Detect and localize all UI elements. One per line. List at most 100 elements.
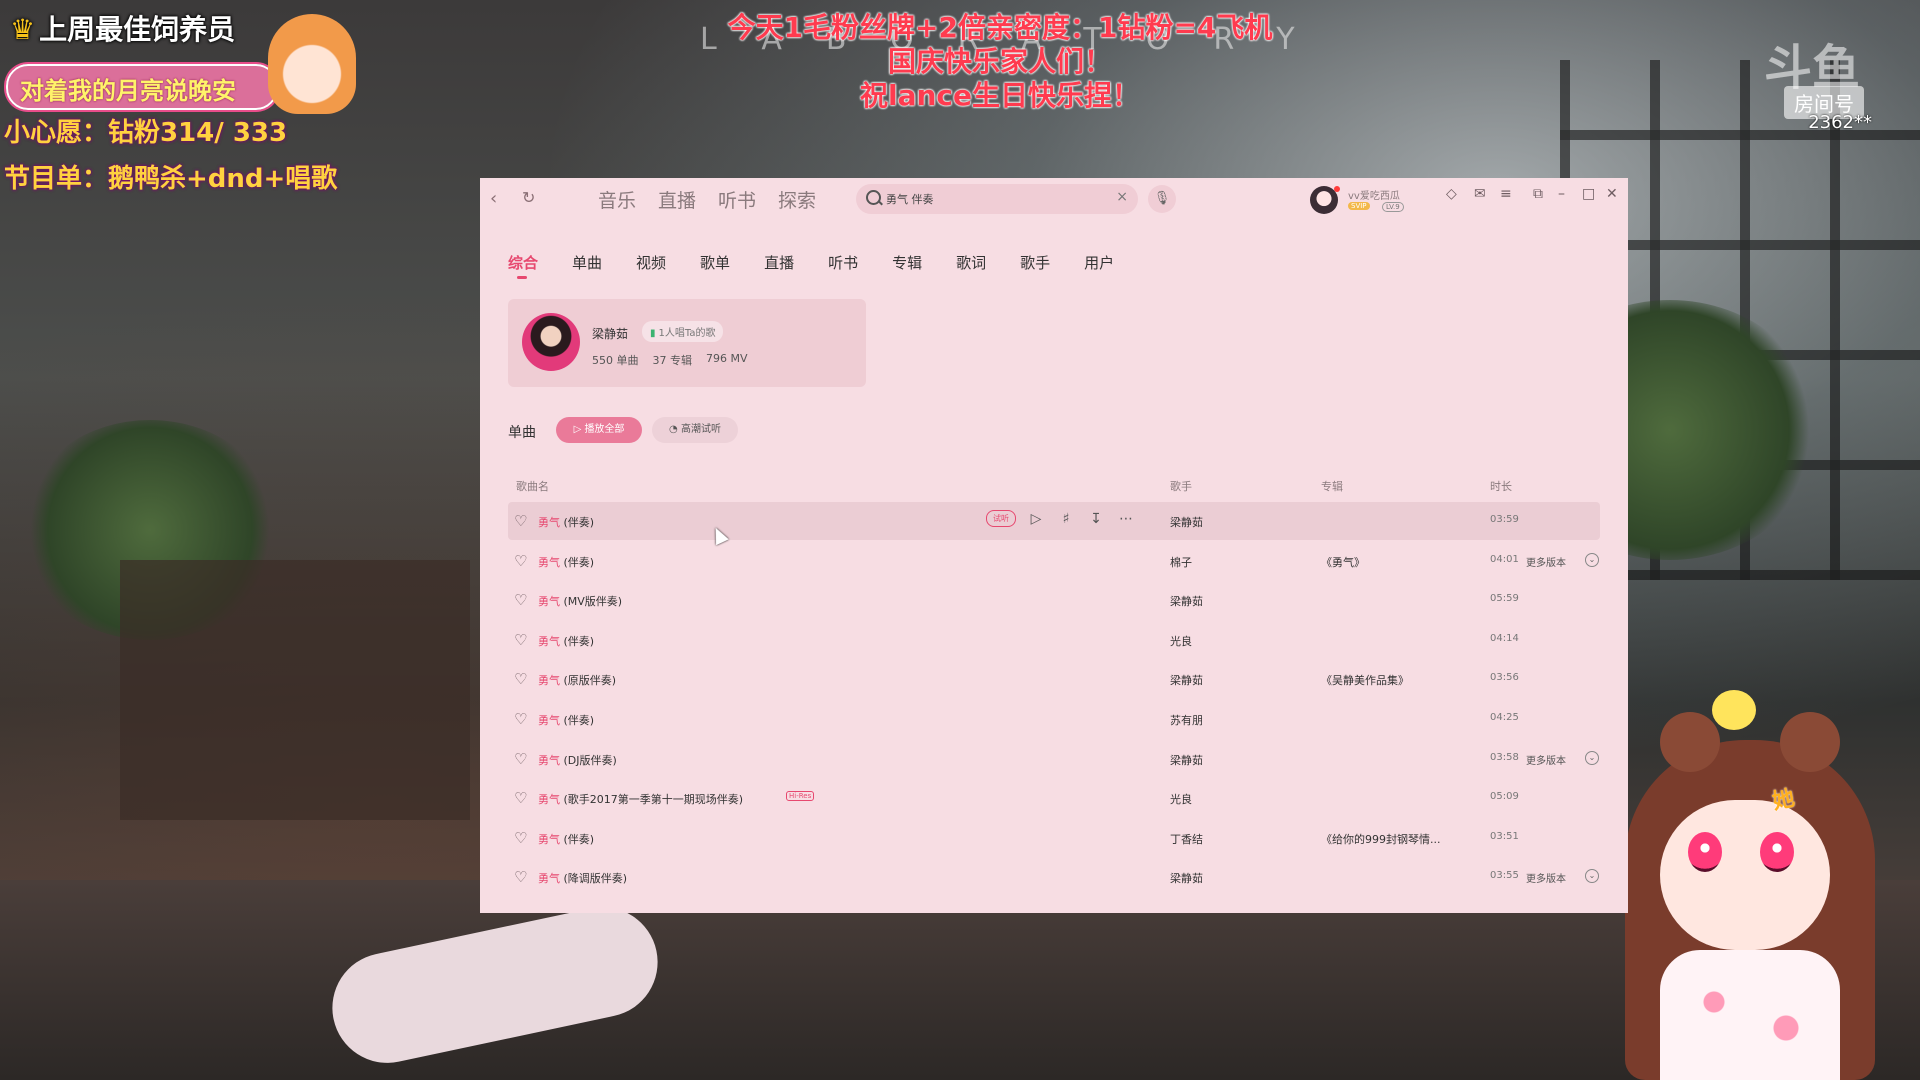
song-title[interactable]: 勇气 (伴奏) bbox=[538, 633, 594, 649]
table-row[interactable]: ♡ 勇气 (伴奏) 棉子 《勇气》 04:01 更多版本 ⌄ bbox=[508, 542, 1600, 580]
play-icon[interactable]: ▷ bbox=[1026, 511, 1046, 527]
tab-albums[interactable]: 专辑 bbox=[892, 252, 922, 273]
song-album[interactable]: 《给你的999封钢琴情... bbox=[1321, 831, 1441, 847]
stream-program-line: 节目单：鹅鸭杀+dnd+唱歌 bbox=[4, 164, 338, 194]
song-title[interactable]: 勇气 (DJ版伴奏) bbox=[538, 752, 617, 768]
song-title[interactable]: 勇气 (降调版伴奏) bbox=[538, 870, 627, 886]
microphone-icon[interactable]: 🎙 bbox=[1148, 185, 1176, 213]
song-title[interactable]: 勇气 (伴奏) bbox=[538, 554, 594, 570]
artist-albums-count[interactable]: 37 专辑 bbox=[653, 352, 693, 368]
song-duration: 04:14 bbox=[1490, 632, 1519, 644]
top-nav-music[interactable]: 音乐 bbox=[598, 186, 636, 213]
heart-icon[interactable]: ♡ bbox=[514, 591, 527, 609]
heart-icon[interactable]: ♡ bbox=[514, 631, 527, 649]
song-title[interactable]: 勇气 (伴奏) bbox=[538, 831, 594, 847]
minimize-icon[interactable]: – bbox=[1558, 186, 1565, 202]
header-duration[interactable]: 时长 bbox=[1490, 478, 1512, 494]
header-album[interactable]: 专辑 bbox=[1321, 478, 1343, 494]
menu-icon[interactable]: ≡ bbox=[1500, 186, 1512, 202]
table-row[interactable]: ♡ 勇气 (伴奏) 光良 04:14 bbox=[508, 621, 1600, 659]
song-duration: 03:56 bbox=[1490, 672, 1519, 684]
song-album[interactable]: 《勇气》 bbox=[1321, 554, 1365, 570]
close-icon[interactable]: ✕ bbox=[1606, 186, 1618, 202]
table-row[interactable]: ♡ 勇气 (降调版伴奏) 梁静茹 03:55 更多版本 ⌄ bbox=[508, 858, 1600, 896]
artist-name[interactable]: 梁静茹 bbox=[592, 325, 628, 342]
song-artist[interactable]: 苏有朋 bbox=[1170, 712, 1203, 728]
vtuber-eye bbox=[1688, 832, 1722, 872]
tab-lyrics[interactable]: 歌词 bbox=[956, 252, 986, 273]
tab-users[interactable]: 用户 bbox=[1084, 252, 1114, 273]
download-icon[interactable]: ↧ bbox=[1086, 511, 1106, 527]
try-listen-badge[interactable]: 试听 bbox=[986, 510, 1016, 527]
more-versions-button[interactable]: 更多版本 bbox=[1526, 554, 1566, 569]
artist-card[interactable]: 梁静茹 ▮ 1人唱Ta的歌 550 单曲 37 专辑 796 MV bbox=[508, 299, 866, 387]
header-song[interactable]: 歌曲名 bbox=[516, 478, 549, 494]
refresh-icon[interactable]: ↻ bbox=[522, 188, 535, 207]
song-title[interactable]: 勇气 (歌手2017第一季第十一期现场伴奏) bbox=[538, 791, 743, 807]
heart-icon[interactable]: ♡ bbox=[514, 789, 527, 807]
top-nav-explore[interactable]: 探索 bbox=[778, 186, 816, 213]
song-artist[interactable]: 棉子 bbox=[1170, 554, 1192, 570]
song-duration: 03:51 bbox=[1490, 830, 1519, 842]
search-input[interactable]: 勇气 伴奏 × bbox=[856, 184, 1138, 214]
artist-singles-count[interactable]: 550 单曲 bbox=[592, 352, 639, 368]
table-row[interactable]: ♡ 勇气 (伴奏) 丁香结 《给你的999封钢琴情... 03:51 bbox=[508, 819, 1600, 857]
table-row[interactable]: ♡ 勇气 (原版伴奏) 梁静茹 《吴静美作品集》 03:56 bbox=[508, 660, 1600, 698]
song-artist[interactable]: 丁香结 bbox=[1170, 831, 1203, 847]
heart-icon[interactable]: ♡ bbox=[514, 868, 527, 886]
artist-mv-count[interactable]: 796 MV bbox=[706, 352, 748, 368]
song-artist[interactable]: 光良 bbox=[1170, 791, 1192, 807]
tab-singles[interactable]: 单曲 bbox=[572, 252, 602, 273]
tab-videos[interactable]: 视频 bbox=[636, 252, 666, 273]
heart-icon[interactable]: ♡ bbox=[514, 670, 527, 688]
table-row[interactable]: ♡ 勇气 (伴奏) 苏有朋 04:25 bbox=[508, 700, 1600, 738]
mail-icon[interactable]: ✉ bbox=[1474, 186, 1486, 202]
song-album[interactable]: 《吴静美作品集》 bbox=[1321, 672, 1409, 688]
song-artist[interactable]: 梁静茹 bbox=[1170, 514, 1203, 530]
top-nav-live[interactable]: 直播 bbox=[658, 186, 696, 213]
table-row[interactable]: ♡ 勇气 (伴奏) 试听 ▷ ♯ ↧ ⋯ 梁静茹 03:59 bbox=[508, 502, 1600, 540]
tab-audiobooks[interactable]: 听书 bbox=[828, 252, 858, 273]
heart-icon[interactable]: ♡ bbox=[514, 829, 527, 847]
header-artist[interactable]: 歌手 bbox=[1170, 478, 1192, 494]
song-title[interactable]: 勇气 (MV版伴奏) bbox=[538, 593, 622, 609]
heart-icon[interactable]: ♡ bbox=[514, 710, 527, 728]
clear-icon[interactable]: × bbox=[1116, 189, 1128, 205]
tab-playlists[interactable]: 歌单 bbox=[700, 252, 730, 273]
tab-live[interactable]: 直播 bbox=[764, 252, 794, 273]
more-icon[interactable]: ⋯ bbox=[1116, 511, 1136, 527]
top-nav-audiobook[interactable]: 听书 bbox=[718, 186, 756, 213]
maximize-icon[interactable]: □ bbox=[1582, 186, 1595, 202]
song-title[interactable]: 勇气 (伴奏) bbox=[538, 514, 594, 530]
artist-photo[interactable] bbox=[522, 313, 580, 371]
chevron-down-icon[interactable]: ⌄ bbox=[1585, 552, 1599, 567]
table-row[interactable]: ♡ 勇气 (歌手2017第一季第十一期现场伴奏) Hi-Res 光良 05:09 bbox=[508, 779, 1600, 817]
heart-icon[interactable]: ♡ bbox=[514, 750, 527, 768]
user-name[interactable]: vv爱吃西瓜 bbox=[1348, 187, 1400, 202]
table-row[interactable]: ♡ 勇气 (MV版伴奏) 梁静茹 05:59 bbox=[508, 581, 1600, 619]
table-row[interactable]: ♡ 勇气 (DJ版伴奏) 梁静茹 03:58 更多版本 ⌄ bbox=[508, 740, 1600, 778]
heart-icon[interactable]: ♡ bbox=[514, 552, 527, 570]
chevron-down-icon[interactable]: ⌄ bbox=[1585, 869, 1599, 884]
stream-best-feeder-title: ♛ 上周最佳饲养员 bbox=[10, 13, 236, 46]
song-artist[interactable]: 梁静茹 bbox=[1170, 752, 1203, 768]
song-artist[interactable]: 梁静茹 bbox=[1170, 593, 1203, 609]
chevron-left-icon[interactable]: ‹ bbox=[490, 188, 497, 209]
play-all-button[interactable]: ▷ 播放全部 bbox=[556, 417, 642, 443]
chevron-down-icon[interactable]: ⌄ bbox=[1585, 750, 1599, 765]
song-artist[interactable]: 梁静茹 bbox=[1170, 870, 1203, 886]
song-artist[interactable]: 梁静茹 bbox=[1170, 672, 1203, 688]
more-versions-button[interactable]: 更多版本 bbox=[1526, 752, 1566, 767]
tab-overall[interactable]: 综合 bbox=[508, 252, 538, 279]
song-artist[interactable]: 光良 bbox=[1170, 633, 1192, 649]
more-versions-button[interactable]: 更多版本 bbox=[1526, 870, 1566, 885]
mini-mode-icon[interactable]: ⧉ bbox=[1533, 186, 1543, 202]
highlight-preview-button[interactable]: ◔ 高潮试听 bbox=[652, 417, 738, 443]
tab-artists[interactable]: 歌手 bbox=[1020, 252, 1050, 273]
skin-icon[interactable]: ◇ bbox=[1446, 186, 1457, 202]
add-to-playlist-icon[interactable]: ♯ bbox=[1056, 511, 1076, 527]
heart-icon[interactable]: ♡ bbox=[514, 512, 527, 530]
song-title[interactable]: 勇气 (伴奏) bbox=[538, 712, 594, 728]
song-title[interactable]: 勇气 (原版伴奏) bbox=[538, 672, 616, 688]
room-number: 2362** bbox=[1808, 112, 1872, 133]
